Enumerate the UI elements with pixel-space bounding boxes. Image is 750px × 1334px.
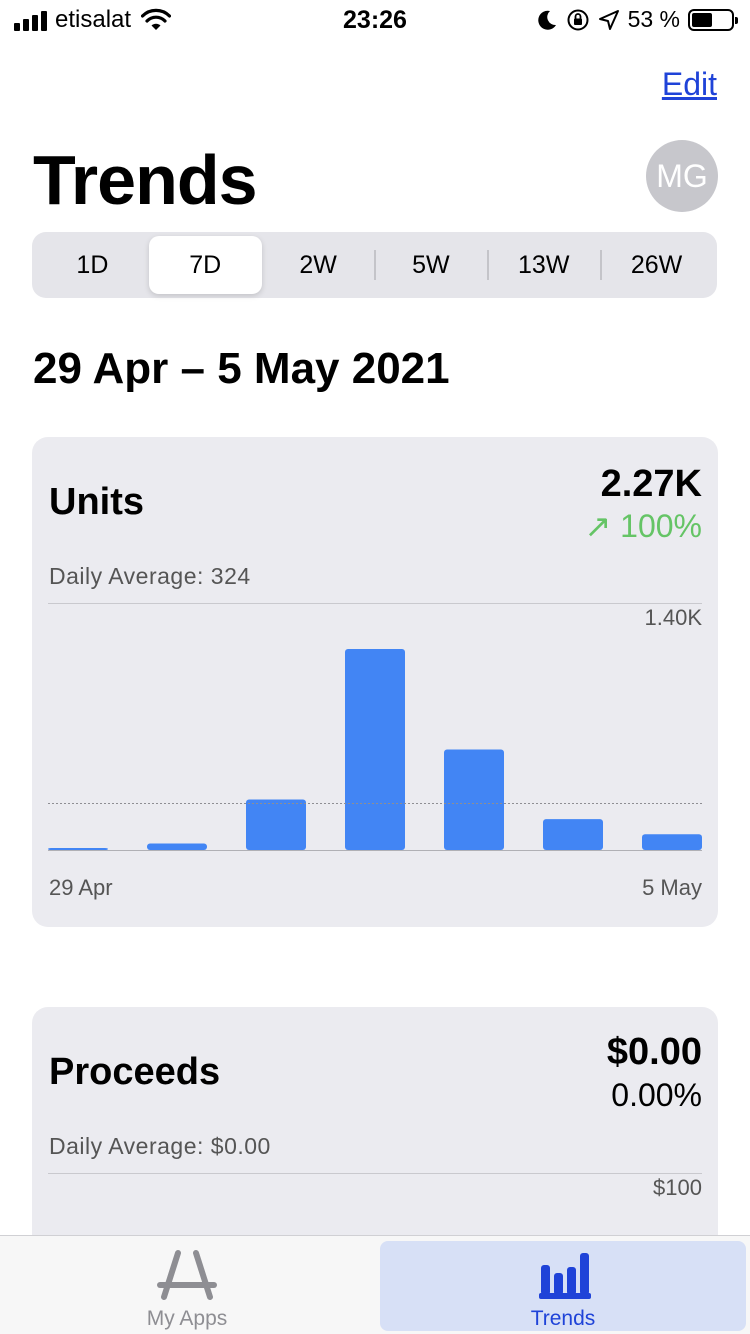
segment-5w[interactable]: 5W (374, 236, 487, 294)
segment-13w[interactable]: 13W (487, 236, 600, 294)
proceeds-change: 0.00% (611, 1077, 702, 1113)
edit-button[interactable]: Edit (662, 66, 717, 103)
page-title: Trends (33, 141, 258, 219)
units-change: ↗ 100% (584, 508, 702, 544)
units-value: 2.27K (600, 463, 702, 505)
moon-icon (537, 10, 556, 30)
chart-x-end-label: 5 May (642, 875, 702, 900)
units-bar-chart (48, 649, 702, 851)
period-segmented-control: 1D 7D 2W 5W 13W 26W (32, 232, 717, 298)
date-range-heading: 29 Apr – 5 May 2021 (33, 344, 450, 393)
rotation-lock-icon (567, 9, 589, 30)
avatar[interactable]: MG (646, 140, 718, 212)
proceeds-title: Proceeds (49, 1051, 221, 1093)
status-right: 53 % (536, 6, 738, 33)
proceeds-daily-average: Daily Average: $0.00 (49, 1133, 271, 1159)
tab-trends-label: Trends (530, 1307, 596, 1330)
units-daily-average: Daily Average: 324 (49, 563, 251, 589)
units-bar-3-may (444, 749, 504, 850)
location-icon (598, 9, 619, 30)
proceeds-value: $0.00 (606, 1031, 702, 1073)
tab-my-apps-label: My Apps (146, 1307, 228, 1330)
units-bar-2-may (345, 649, 405, 850)
battery-icon (688, 8, 738, 31)
proceeds-chart-top-line (48, 1173, 702, 1174)
battery-percent: 53 % (627, 6, 680, 32)
segment-1d[interactable]: 1D (36, 236, 149, 294)
units-bar-30-apr (147, 843, 207, 850)
segment-26w[interactable]: 26W (600, 236, 713, 294)
tab-trends[interactable]: Trends (380, 1241, 746, 1331)
status-bar: etisalat 23:26 53 % (0, 0, 750, 40)
segment-2w[interactable]: 2W (262, 236, 375, 294)
units-bar-5-may (642, 834, 702, 850)
trends-chart-icon (539, 1253, 591, 1299)
chart-x-start-label: 29 Apr (49, 875, 113, 900)
chart-top-line (48, 603, 702, 604)
app-store-icon (157, 1250, 217, 1300)
battery-level (692, 12, 713, 27)
units-bar-29-apr (48, 848, 108, 850)
units-card[interactable]: Units 2.27K ↗ 100% Daily Average: 324 1.… (32, 437, 718, 927)
tab-bar: My Apps Trends (0, 1235, 750, 1334)
segment-7d[interactable]: 7D (148, 236, 262, 294)
proceeds-y-max-label: $100 (653, 1175, 702, 1200)
units-title: Units (49, 481, 144, 523)
units-bar-1-may (246, 799, 306, 850)
proceeds-card[interactable]: Proceeds $0.00 0.00% Daily Average: $0.0… (32, 1007, 718, 1267)
tab-my-apps[interactable]: My Apps (4, 1241, 370, 1331)
units-bar-4-may (543, 819, 603, 850)
chart-y-max-label: 1.40K (644, 605, 703, 630)
